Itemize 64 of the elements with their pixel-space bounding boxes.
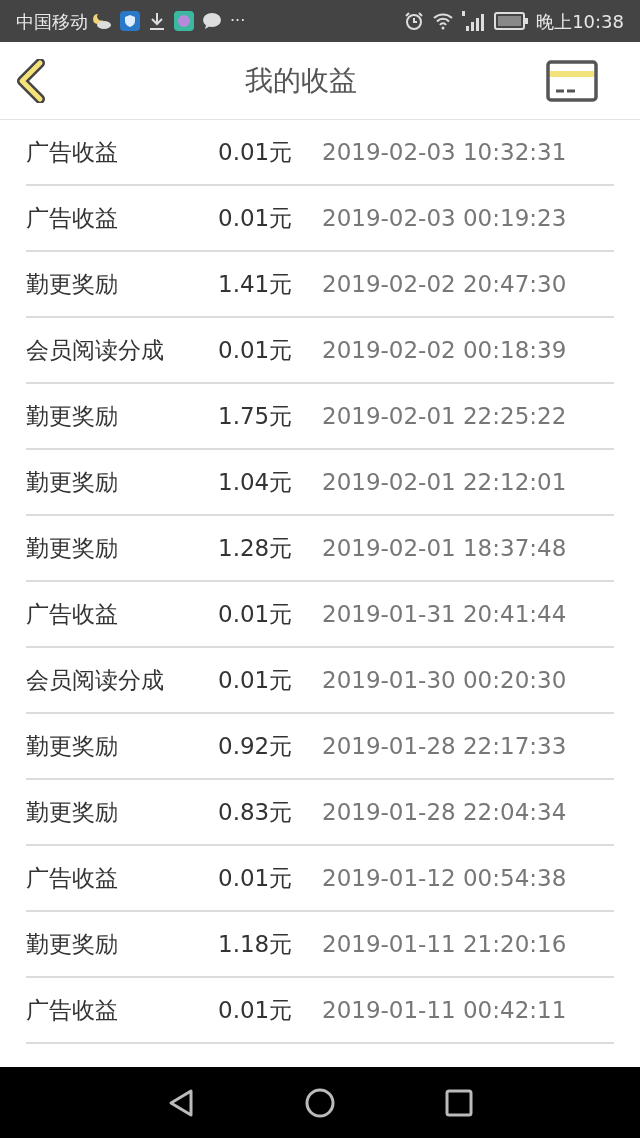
income-type: 广告收益	[26, 203, 119, 233]
income-amount: 0.83元	[218, 797, 294, 827]
income-amount: 0.01元	[218, 995, 294, 1025]
income-type: 广告收益	[26, 599, 119, 629]
battery-icon	[494, 12, 529, 30]
income-time: 2019-02-01 18:37:48	[322, 533, 567, 563]
income-time: 2019-02-03 10:32:31	[322, 137, 567, 167]
income-time: 2019-01-28 22:17:33	[322, 731, 567, 761]
income-type: 勤更奖励	[26, 269, 119, 299]
income-time: 2019-01-28 22:04:34	[322, 797, 567, 827]
income-amount: 0.01元	[218, 203, 294, 233]
income-type: 会员阅读分成	[26, 665, 165, 695]
income-type: 勤更奖励	[26, 731, 119, 761]
income-time: 2019-02-01 22:25:22	[322, 401, 567, 431]
income-amount: 0.01元	[218, 863, 294, 893]
back-icon	[16, 58, 46, 103]
income-type: 会员阅读分成	[26, 335, 165, 365]
income-amount: 1.28元	[218, 533, 294, 563]
income-amount: 1.75元	[218, 401, 294, 431]
square-icon	[445, 1088, 473, 1117]
income-type: 勤更奖励	[26, 533, 119, 563]
shield-icon	[120, 11, 140, 31]
more-notifications: ···	[230, 10, 246, 32]
income-amount: 0.01元	[218, 335, 294, 365]
income-time: 2019-01-30 00:20:30	[322, 665, 567, 695]
clock-time: 晚上10:38	[536, 9, 624, 34]
alarm-icon	[404, 11, 425, 31]
signal-icon	[462, 11, 487, 31]
income-amount: 1.18元	[218, 929, 294, 959]
income-type: 广告收益	[26, 995, 119, 1025]
circle-icon	[305, 1087, 335, 1118]
app-icon	[174, 11, 194, 31]
income-time: 2019-01-12 00:54:38	[322, 863, 567, 893]
income-time: 2019-02-01 22:12:01	[322, 467, 567, 497]
income-time: 2019-02-02 20:47:30	[322, 269, 567, 299]
card-icon	[546, 59, 598, 102]
income-type: 广告收益	[26, 863, 119, 893]
income-amount: 1.41元	[218, 269, 294, 299]
income-amount: 0.01元	[218, 599, 294, 629]
chat-icon	[202, 12, 222, 30]
income-time: 2019-01-11 21:20:16	[322, 929, 567, 959]
income-time: 2019-01-11 00:42:11	[322, 995, 567, 1025]
recents-button[interactable]	[445, 1088, 473, 1117]
income-type: 勤更奖励	[26, 467, 119, 497]
income-amount: 1.04元	[218, 467, 294, 497]
card-button[interactable]	[546, 58, 598, 103]
triangle-icon	[167, 1087, 195, 1118]
income-amount: 0.01元	[218, 137, 294, 167]
back-nav-button[interactable]	[167, 1087, 195, 1118]
income-type: 广告收益	[26, 137, 119, 167]
carrier-name: 中国移动	[16, 9, 88, 34]
income-amount: 0.92元	[218, 731, 294, 761]
page-title: 我的收益	[244, 62, 358, 99]
income-time: 2019-02-03 00:19:23	[322, 203, 567, 233]
weather-icon	[92, 12, 112, 30]
download-icon	[148, 11, 166, 31]
income-time: 2019-02-02 00:18:39	[322, 335, 567, 365]
income-type: 勤更奖励	[26, 929, 119, 959]
wifi-icon	[432, 12, 455, 30]
income-type: 勤更奖励	[26, 797, 119, 827]
home-button[interactable]	[305, 1087, 335, 1118]
income-type: 勤更奖励	[26, 401, 119, 431]
income-amount: 0.01元	[218, 665, 294, 695]
income-time: 2019-01-31 20:41:44	[322, 599, 567, 629]
